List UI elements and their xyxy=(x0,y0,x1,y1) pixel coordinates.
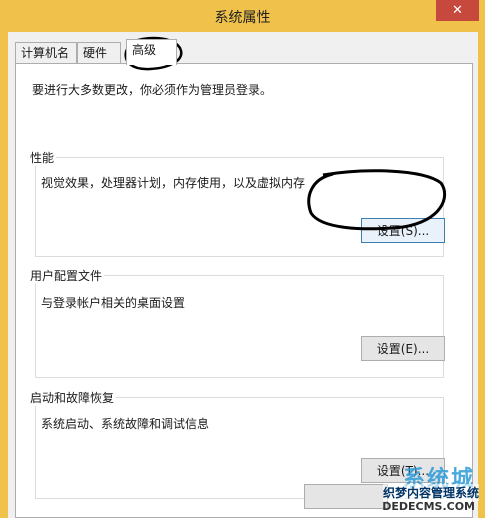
tab-label: 硬件 xyxy=(83,46,108,60)
tab-advanced[interactable]: 高级 xyxy=(126,39,177,65)
user-profiles-description: 与登录帐户相关的桌面设置 xyxy=(41,296,186,310)
admin-notice: 要进行大多数更改，你必须作为管理员登录。 xyxy=(32,83,273,97)
window-title: 系统属性 xyxy=(214,10,271,26)
tab-label: 计算机名 xyxy=(21,46,70,60)
startup-recovery-description: 系统启动、系统故障和调试信息 xyxy=(41,417,210,431)
tab-computer-name[interactable]: 计算机名 xyxy=(15,42,77,63)
performance-group-title: 性能 xyxy=(28,149,57,166)
performance-settings-button[interactable]: 设置(S)... xyxy=(361,218,445,243)
performance-description: 视觉效果，处理器计划，内存使用，以及虚拟内存 xyxy=(41,176,306,190)
watermark-url: DEDECMS.COM xyxy=(382,500,475,513)
tab-panel-advanced: 要进行大多数更改，你必须作为管理员登录。 性能 视觉效果，处理器计划，内存使用，… xyxy=(15,63,473,518)
tab-label: 高级 xyxy=(132,43,157,57)
user-profiles-group-title: 用户配置文件 xyxy=(28,267,105,284)
ok-button[interactable] xyxy=(304,484,388,509)
close-button[interactable]: ✕ xyxy=(436,0,479,21)
user-profiles-group: 用户配置文件 与登录帐户相关的桌面设置 设置(E)... xyxy=(28,267,445,378)
title-bar: 系统属性 ✕ xyxy=(0,0,485,32)
dialog-body: 计算机名 硬件 高级 要进行大多数更改，你必须作为管理员登录。 性能 视觉效果，… xyxy=(8,32,478,518)
performance-group: 性能 视觉效果，处理器计划，内存使用，以及虚拟内存 设置(S)... xyxy=(28,149,445,257)
watermark-site-name: 织梦内容管理系统 xyxy=(382,484,479,501)
startup-recovery-group-title: 启动和故障恢复 xyxy=(28,389,117,406)
tab-hardware[interactable]: 硬件 xyxy=(77,42,121,63)
user-profiles-settings-button[interactable]: 设置(E)... xyxy=(361,336,445,361)
close-icon: ✕ xyxy=(452,3,463,18)
